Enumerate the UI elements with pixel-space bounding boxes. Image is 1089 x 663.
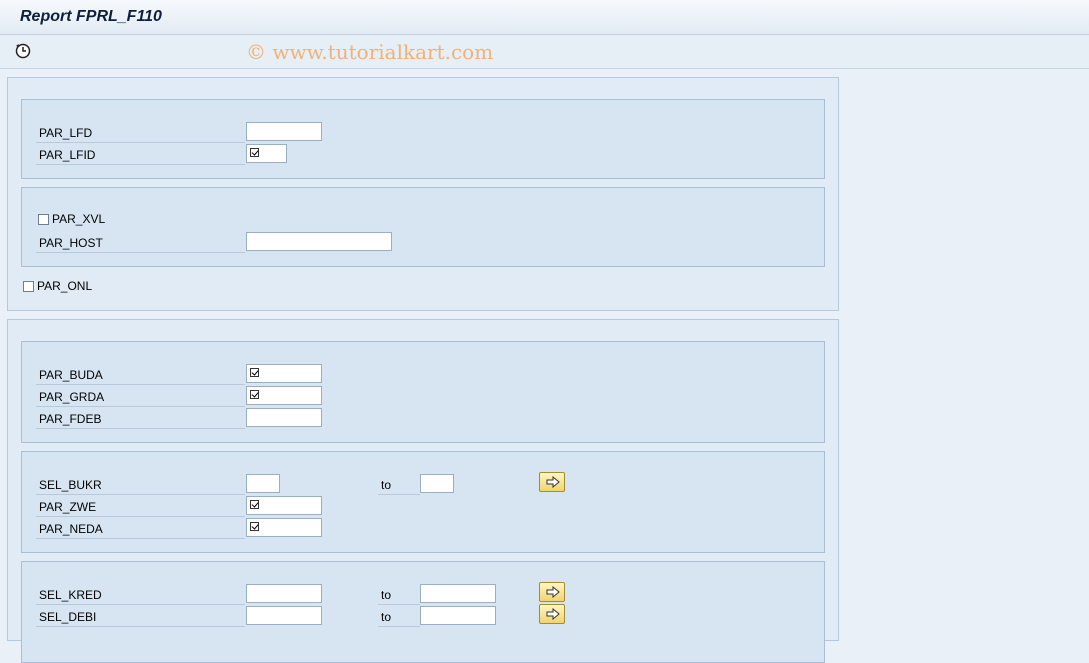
checked-checkbox-icon (250, 390, 259, 399)
title-bar: Report FPRL_F110 (0, 0, 1089, 35)
checked-checkbox-icon (250, 500, 259, 509)
application-toolbar: © www.tutorialkart.com (0, 35, 1089, 69)
par-fdeb-label: PAR_FDEB (36, 409, 245, 429)
sel-kred-multiple-selection-button[interactable] (539, 582, 565, 602)
par-grda-label: PAR_GRDA (36, 387, 245, 407)
group-host: PAR_XVL PAR_HOST (21, 187, 825, 267)
par-neda-checkbox-field[interactable] (246, 518, 322, 537)
selection-block-1: PAR_LFD PAR_LFID PAR_XVL PAR_HOST PAR_ON… (7, 77, 839, 311)
page-title: Report FPRL_F110 (20, 8, 162, 25)
checked-checkbox-icon (250, 148, 259, 157)
par-xvl-label: PAR_XVL (52, 212, 106, 226)
par-xvl-checkbox[interactable] (38, 214, 49, 225)
sel-debi-to-label: to (378, 607, 420, 627)
sel-kred-from-input[interactable] (246, 584, 322, 603)
sel-bukr-label: SEL_BUKR (36, 475, 245, 495)
sel-debi-label: SEL_DEBI (36, 607, 245, 627)
arrow-right-icon (546, 608, 560, 620)
checked-checkbox-icon (250, 368, 259, 377)
par-lfd-label: PAR_LFD (36, 123, 245, 143)
par-buda-checkbox-field[interactable] (246, 364, 322, 383)
arrow-right-icon (546, 476, 560, 488)
sel-bukr-from-input[interactable] (246, 474, 280, 493)
group-dates: PAR_BUDA PAR_GRDA PAR_FDEB (21, 341, 825, 443)
par-zwe-checkbox-field[interactable] (246, 496, 322, 515)
par-lfid-label: PAR_LFID (36, 145, 245, 165)
sel-kred-to-label: to (378, 585, 420, 605)
par-lfd-input[interactable] (246, 122, 322, 141)
group-lfd: PAR_LFD PAR_LFID (21, 99, 825, 179)
selection-block-2: PAR_BUDA PAR_GRDA PAR_FDEB SEL_BUKR to P… (7, 319, 839, 663)
par-fdeb-input[interactable] (246, 408, 322, 427)
sel-bukr-multiple-selection-button[interactable] (539, 472, 565, 492)
par-zwe-label: PAR_ZWE (36, 497, 245, 517)
group-bukr: SEL_BUKR to PAR_ZWE PAR_NEDA (21, 451, 825, 553)
checked-checkbox-icon (250, 522, 259, 531)
execute-clock-icon (15, 43, 31, 59)
sel-debi-to-input[interactable] (420, 606, 496, 625)
par-grda-checkbox-field[interactable] (246, 386, 322, 405)
sel-bukr-to-label: to (378, 475, 420, 495)
sel-kred-to-input[interactable] (420, 584, 496, 603)
par-host-input[interactable] (246, 232, 392, 251)
sel-debi-from-input[interactable] (246, 606, 322, 625)
sel-kred-label: SEL_KRED (36, 585, 245, 605)
execute-button[interactable] (14, 42, 32, 60)
par-lfid-checkbox-field[interactable] (246, 144, 287, 163)
sel-bukr-to-input[interactable] (420, 474, 454, 493)
par-host-label: PAR_HOST (36, 233, 245, 253)
arrow-right-icon (546, 586, 560, 598)
par-onl-label: PAR_ONL (37, 279, 93, 293)
par-buda-label: PAR_BUDA (36, 365, 245, 385)
watermark-text: © www.tutorialkart.com (246, 40, 494, 64)
par-onl-checkbox[interactable] (23, 281, 34, 292)
par-neda-label: PAR_NEDA (36, 519, 245, 539)
group-kred-debi: SEL_KRED to SEL_DEBI to (21, 561, 825, 663)
sel-debi-multiple-selection-button[interactable] (539, 604, 565, 624)
